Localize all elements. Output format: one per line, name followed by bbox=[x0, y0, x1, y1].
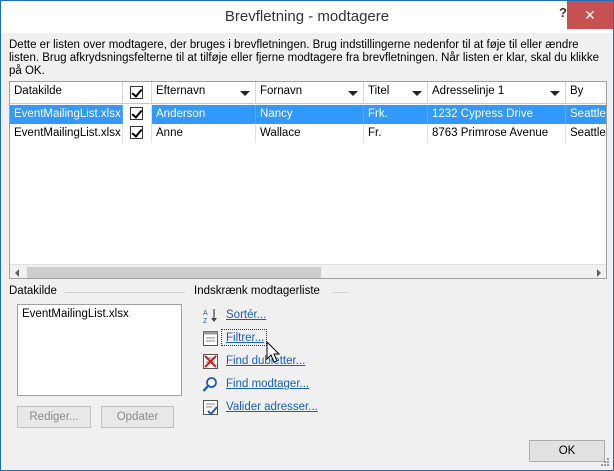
find-duplicates-icon bbox=[203, 354, 218, 369]
dropdown-arrow-icon[interactable] bbox=[412, 91, 422, 96]
sort-az-icon: A Z bbox=[203, 309, 217, 324]
cell-checkbox[interactable] bbox=[123, 105, 152, 124]
column-header-efternavn[interactable]: Efternavn bbox=[152, 82, 256, 104]
row-checkbox[interactable] bbox=[130, 107, 143, 120]
datasource-list[interactable]: EventMailingList.xlsx bbox=[17, 304, 182, 396]
close-button[interactable]: ✕ bbox=[567, 1, 613, 29]
select-all-checkbox[interactable] bbox=[130, 86, 143, 99]
cell-titel[interactable]: Fr. bbox=[364, 124, 428, 143]
dropdown-arrow-icon[interactable] bbox=[240, 91, 250, 96]
cell-efternavn[interactable]: Anne bbox=[152, 124, 256, 143]
column-header-label: Efternavn bbox=[156, 85, 206, 97]
resize-grip-icon[interactable] bbox=[600, 457, 610, 467]
column-header-titel[interactable]: Titel bbox=[364, 82, 428, 104]
title-bar: Brevfletning - modtagere ? ✕ bbox=[1, 1, 613, 33]
cell-efternavn[interactable]: Anderson bbox=[152, 105, 256, 124]
filter-icon bbox=[203, 331, 218, 346]
datasource-item[interactable]: EventMailingList.xlsx bbox=[22, 308, 177, 320]
scroll-right-icon[interactable] bbox=[597, 269, 601, 277]
cell-checkbox[interactable] bbox=[123, 124, 152, 143]
scrollbar-thumb[interactable] bbox=[27, 267, 321, 278]
refresh-button[interactable]: Opdater bbox=[101, 406, 174, 428]
cell-adresse[interactable]: 1232 Cypress Drive bbox=[428, 105, 566, 124]
group-divider bbox=[333, 292, 349, 293]
column-header-label: Fornavn bbox=[260, 85, 303, 97]
recipient-grid[interactable]: Datakilde Efternavn Fornavn Titel Adress… bbox=[9, 81, 607, 279]
find-recipient-link[interactable]: Find modtager... bbox=[226, 378, 309, 390]
column-header-fornavn[interactable]: Fornavn bbox=[256, 82, 364, 104]
datasource-group-label: Datakilde bbox=[9, 285, 57, 297]
focus-rectangle bbox=[221, 329, 267, 346]
column-header-by[interactable]: By bbox=[566, 82, 606, 104]
dialog-title: Brevfletning - modtagere bbox=[224, 8, 390, 25]
dropdown-arrow-icon[interactable] bbox=[348, 91, 358, 96]
cell-datakilde[interactable]: EventMailingList.xlsx bbox=[10, 124, 123, 143]
validate-addresses-icon bbox=[203, 400, 218, 416]
column-header-datakilde[interactable]: Datakilde bbox=[10, 82, 123, 104]
validate-addresses-link[interactable]: Valider adresser... bbox=[226, 401, 318, 413]
cell-adresse[interactable]: 8763 Primrose Avenue bbox=[428, 124, 566, 143]
svg-text:A: A bbox=[203, 310, 208, 317]
cell-datakilde[interactable]: EventMailingList.xlsx bbox=[10, 105, 123, 124]
column-header-adresselinje[interactable]: Adresselinje 1 bbox=[428, 82, 566, 104]
cell-fornavn[interactable]: Wallace bbox=[256, 124, 364, 143]
cell-by[interactable]: Seattle bbox=[566, 105, 606, 124]
column-header-label: Adresselinje 1 bbox=[432, 85, 505, 97]
column-header-label: Titel bbox=[368, 85, 390, 97]
column-header-label: Datakilde bbox=[14, 85, 62, 97]
cell-fornavn[interactable]: Nancy bbox=[256, 105, 364, 124]
find-recipient-icon bbox=[202, 377, 217, 392]
group-divider bbox=[65, 292, 185, 293]
mail-merge-recipients-dialog: Brevfletning - modtagere ? ✕ Dette er li… bbox=[0, 0, 614, 471]
svg-text:Z: Z bbox=[203, 318, 208, 324]
cell-titel[interactable]: Frk. bbox=[364, 105, 428, 124]
intro-text: Dette er listen over modtagere, der brug… bbox=[9, 39, 599, 77]
ok-button[interactable]: OK bbox=[529, 440, 605, 462]
dropdown-arrow-icon[interactable] bbox=[550, 91, 560, 96]
horizontal-scrollbar[interactable] bbox=[10, 264, 606, 278]
sort-link[interactable]: Sortér... bbox=[226, 309, 266, 321]
refine-group-label: Indskrænk modtagerliste bbox=[194, 285, 320, 297]
cell-by[interactable]: Seattle bbox=[566, 124, 606, 143]
row-checkbox[interactable] bbox=[130, 126, 143, 139]
edit-button[interactable]: Rediger... bbox=[17, 406, 91, 428]
scroll-left-icon[interactable] bbox=[15, 269, 19, 277]
column-header-label: By bbox=[570, 85, 584, 97]
mouse-cursor-icon bbox=[266, 341, 281, 363]
column-header-select-all[interactable] bbox=[123, 82, 152, 104]
